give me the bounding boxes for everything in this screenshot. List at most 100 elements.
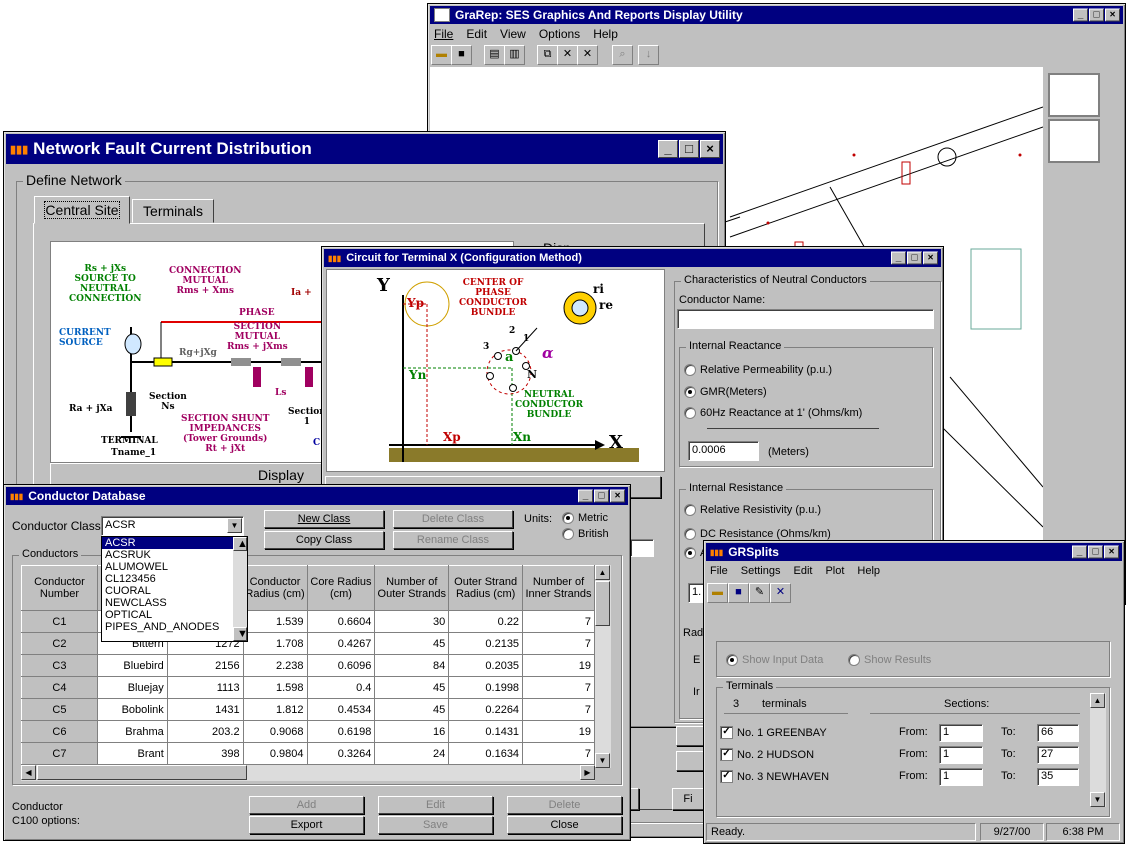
plot-icon[interactable]: ✕ xyxy=(770,583,791,603)
clear-icon[interactable]: ✕ xyxy=(577,45,598,65)
show-results-radio[interactable]: Show Results xyxy=(848,654,931,666)
dc-resistance-radio[interactable]: DC Resistance (Ohms/km) xyxy=(684,528,831,540)
table-cell[interactable]: 19 xyxy=(522,654,595,677)
minimize-button[interactable]: _ xyxy=(891,251,906,265)
minimize-button[interactable]: _ xyxy=(578,489,593,503)
menu-file[interactable]: File xyxy=(708,565,730,577)
edit-icon[interactable]: ✎ xyxy=(749,583,770,603)
hscroll-thumb[interactable] xyxy=(37,765,247,780)
menu-view[interactable]: View xyxy=(498,27,528,41)
row-header-cell[interactable]: C5 xyxy=(21,698,98,721)
table-cell[interactable]: 1.539 xyxy=(242,610,308,633)
minimize-button[interactable]: _ xyxy=(1072,545,1087,559)
table-cell[interactable]: 0.6604 xyxy=(306,610,376,633)
rename-class-button[interactable]: Rename Class xyxy=(393,531,513,549)
col-core-radius[interactable]: Core Radius (cm) xyxy=(306,565,376,611)
table-cell[interactable]: 0.9068 xyxy=(242,720,308,743)
table-cell[interactable]: 7 xyxy=(522,632,595,655)
close-dialog-button[interactable]: Close xyxy=(507,816,622,834)
to-input[interactable]: 27 xyxy=(1037,746,1079,764)
dropdown-scrollbar[interactable]: ▲ ▼ xyxy=(233,537,248,641)
bg-partial-button-2[interactable] xyxy=(676,751,704,771)
from-input[interactable]: 1 xyxy=(939,768,983,786)
terminal-checkbox-row[interactable]: ✓ No. 2 HUDSON xyxy=(720,748,814,761)
table-cell[interactable]: 24 xyxy=(374,742,450,765)
checkbox[interactable]: ✓ xyxy=(720,726,733,739)
terminals-scrollbar[interactable]: ▲ ▼ xyxy=(1090,693,1106,807)
table-cell[interactable]: 0.1431 xyxy=(448,720,524,743)
grid-horizontal-scrollbar[interactable]: ◀ ▶ xyxy=(21,765,595,781)
table-cell[interactable]: 0.2264 xyxy=(448,698,524,721)
table-row[interactable]: C5 Bobolink 1431 1.812 0.4534 45 0.2264 7 xyxy=(21,698,595,721)
maximize-button[interactable]: □ xyxy=(594,489,609,503)
table-cell[interactable]: 0.1998 xyxy=(448,676,524,699)
col-inner-strands[interactable]: Number of Inner Strands xyxy=(522,565,595,611)
table-cell[interactable]: 30 xyxy=(374,610,450,633)
maximize-button[interactable]: □ xyxy=(1088,545,1103,559)
table-cell[interactable]: 0.4267 xyxy=(306,632,376,655)
maximize-button[interactable]: □ xyxy=(679,140,699,158)
row-header-cell[interactable]: C2 xyxy=(21,632,98,655)
table-cell[interactable]: 1.708 xyxy=(242,632,308,655)
maximize-button[interactable]: □ xyxy=(907,251,922,265)
table-row[interactable]: C3 Bluebird 2156 2.238 0.6096 84 0.2035 19 xyxy=(21,654,595,677)
table-row[interactable]: C4 Bluejay 1113 1.598 0.4 45 0.1998 7 xyxy=(21,676,595,699)
table-cell[interactable]: 7 xyxy=(522,742,595,765)
menu-help[interactable]: Help xyxy=(855,565,882,577)
table-cell[interactable]: 2156 xyxy=(166,654,244,677)
show-input-radio[interactable]: Show Input Data xyxy=(726,654,823,666)
table-cell[interactable]: 2.238 xyxy=(242,654,308,677)
gmr-radio[interactable]: GMR(Meters) xyxy=(684,386,767,398)
table-cell[interactable]: 1.812 xyxy=(242,698,308,721)
class-option[interactable]: CUORAL xyxy=(102,585,247,597)
gmr-input[interactable]: 0.0006 xyxy=(688,441,759,461)
maximize-button[interactable]: □ xyxy=(1089,8,1104,22)
menu-options[interactable]: Options xyxy=(537,27,582,41)
table-cell[interactable]: 0.3264 xyxy=(306,742,376,765)
thumbnail-2[interactable] xyxy=(1048,119,1100,163)
from-input[interactable]: 1 xyxy=(939,724,983,742)
table-cell[interactable]: 1.598 xyxy=(242,676,308,699)
delete-icon[interactable]: ✕ xyxy=(557,45,578,65)
close-button[interactable]: × xyxy=(1105,8,1120,22)
row-header-cell[interactable]: C3 xyxy=(21,654,98,677)
row-header-cell[interactable]: C4 xyxy=(21,676,98,699)
row-header-cell[interactable]: C7 xyxy=(21,742,98,765)
scroll-thumb[interactable] xyxy=(595,581,610,626)
table-cell[interactable]: 0.2035 xyxy=(448,654,524,677)
find-icon[interactable]: ⌕ xyxy=(612,45,633,65)
export-button[interactable]: Export xyxy=(249,816,364,834)
units-british-radio[interactable]: British xyxy=(562,528,609,540)
col-conductor-number[interactable]: Conductor Number xyxy=(21,565,98,611)
tab-central-site[interactable]: Central Site xyxy=(34,196,130,224)
class-option[interactable]: OPTICAL xyxy=(102,609,247,621)
table-cell[interactable]: 45 xyxy=(374,676,450,699)
checkbox[interactable]: ✓ xyxy=(720,770,733,783)
dropdown-arrow-icon[interactable]: ▼ xyxy=(227,518,242,533)
table-cell[interactable]: Bobolink xyxy=(96,698,168,721)
minimize-button[interactable]: _ xyxy=(1073,8,1088,22)
copy-class-button[interactable]: Copy Class xyxy=(264,531,384,549)
table-cell[interactable]: 0.6096 xyxy=(306,654,376,677)
circuit-titlebar[interactable]: ▮▮▮ Circuit for Terminal X (Configuratio… xyxy=(324,249,941,267)
table-cell[interactable]: 203.2 xyxy=(166,720,244,743)
table-cell[interactable]: 0.6198 xyxy=(306,720,376,743)
scroll-left-icon[interactable]: ◀ xyxy=(21,765,36,780)
table-cell[interactable]: 7 xyxy=(522,610,595,633)
save-button[interactable]: Save xyxy=(378,816,493,834)
table-cell[interactable]: 0.9804 xyxy=(242,742,308,765)
table-row[interactable]: C7 Brant 398 0.9804 0.3264 24 0.1634 7 xyxy=(21,742,595,765)
tab-terminals[interactable]: Terminals xyxy=(132,199,214,223)
table-cell[interactable]: 0.4 xyxy=(306,676,376,699)
thumbnail-1[interactable] xyxy=(1048,73,1100,117)
scroll-right-icon[interactable]: ▶ xyxy=(580,765,595,780)
menu-file[interactable]: File xyxy=(432,27,455,41)
scroll-down-icon[interactable]: ▼ xyxy=(1090,792,1105,807)
table-cell[interactable]: 0.2135 xyxy=(448,632,524,655)
open-icon[interactable]: ▬ xyxy=(431,45,452,65)
scroll-up-icon[interactable]: ▲ xyxy=(233,537,248,551)
reactance-60hz-radio[interactable]: 60Hz Reactance at 1' (Ohms/km) xyxy=(684,407,862,419)
menu-edit[interactable]: Edit xyxy=(791,565,814,577)
add-button[interactable]: Add xyxy=(249,796,364,814)
scroll-up-icon[interactable]: ▲ xyxy=(595,565,610,580)
